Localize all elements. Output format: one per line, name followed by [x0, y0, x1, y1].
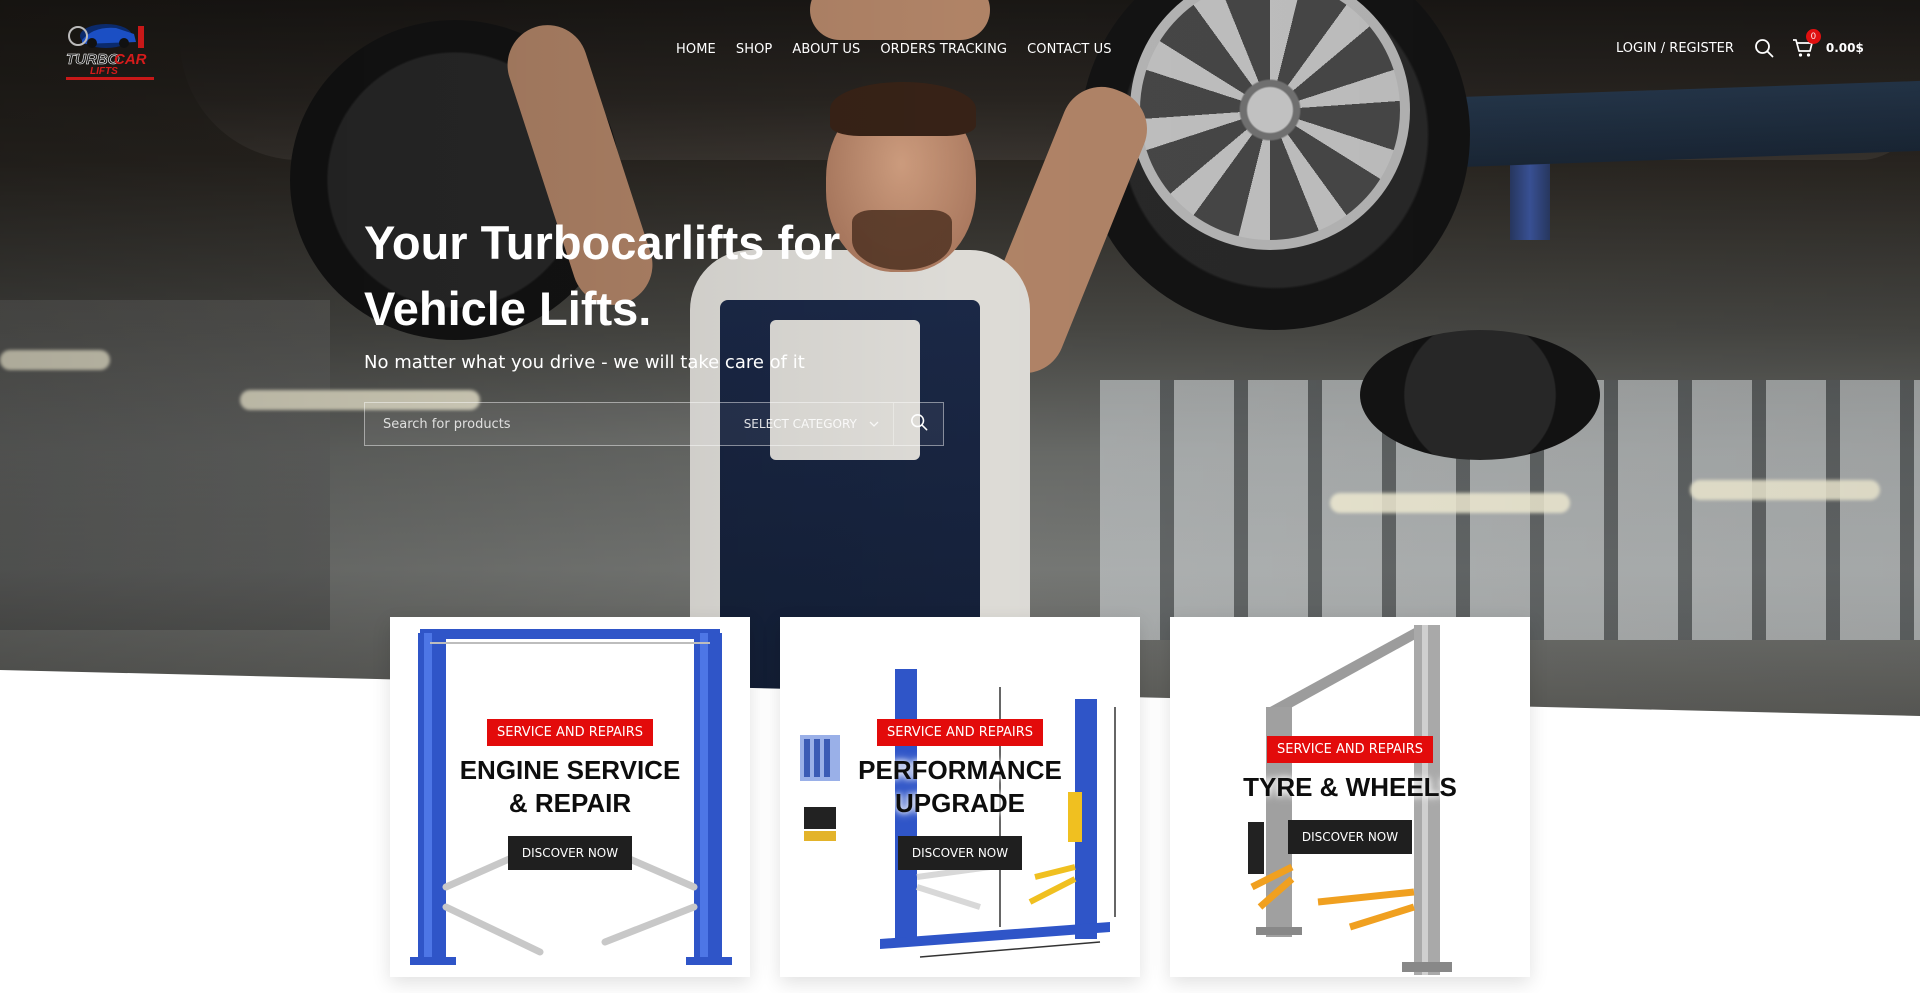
category-card-tyre-wheels[interactable]: SERVICE AND REPAIRS TYRE & WHEELS DISCOV… — [1170, 617, 1530, 977]
search-icon[interactable] — [1754, 38, 1774, 58]
cart-total[interactable]: 0.00$ — [1826, 41, 1864, 55]
card-tag[interactable]: SERVICE AND REPAIRS — [487, 719, 653, 746]
card-title: PERFORMANCE UPGRADE — [858, 754, 1062, 820]
hero-subtitle: No matter what you drive - we will take … — [364, 352, 805, 373]
card-title-line: TYRE & WHEELS — [1243, 772, 1457, 802]
discover-now-button[interactable]: DISCOVER NOW — [507, 836, 633, 870]
category-select[interactable]: SELECT CATEGORY — [736, 403, 894, 445]
search-submit-button[interactable] — [893, 403, 943, 445]
card-title: TYRE & WHEELS — [1243, 771, 1457, 804]
search-input[interactable] — [365, 403, 736, 445]
card-content: SERVICE AND REPAIRS ENGINE SERVICE & REP… — [390, 719, 750, 870]
card-title-line: ENGINE SERVICE — [459, 755, 681, 785]
card-tag[interactable]: SERVICE AND REPAIRS — [877, 719, 1043, 746]
svg-text:LIFTS: LIFTS — [90, 66, 118, 77]
search-icon — [910, 413, 928, 436]
nav-contact-us[interactable]: CONTACT US — [1027, 42, 1112, 57]
category-card-engine-service[interactable]: SERVICE AND REPAIRS ENGINE SERVICE & REP… — [390, 617, 750, 977]
card-title-line: & REPAIR — [508, 788, 632, 818]
cart-count-badge: 0 — [1805, 29, 1821, 44]
login-register-link[interactable]: LOGIN / REGISTER — [1616, 41, 1734, 56]
category-card-performance-upgrade[interactable]: SERVICE AND REPAIRS PERFORMANCE UPGRADE … — [780, 617, 1140, 977]
svg-text:CAR: CAR — [114, 51, 147, 68]
discover-now-button[interactable]: DISCOVER NOW — [1287, 820, 1413, 854]
card-title-line: PERFORMANCE — [858, 755, 1062, 785]
discover-now-button[interactable]: DISCOVER NOW — [897, 836, 1023, 870]
main-navigation: HOME SHOP ABOUT US ORDERS TRACKING CONTA… — [676, 42, 1112, 57]
card-title: ENGINE SERVICE & REPAIR — [460, 754, 681, 820]
nav-about-us[interactable]: ABOUT US — [792, 42, 860, 57]
nav-shop[interactable]: SHOP — [736, 42, 773, 57]
category-select-label: SELECT CATEGORY — [743, 417, 857, 431]
card-content: SERVICE AND REPAIRS TYRE & WHEELS DISCOV… — [1170, 736, 1530, 854]
nav-orders-tracking[interactable]: ORDERS TRACKING — [880, 42, 1007, 57]
card-title-line: UPGRADE — [894, 788, 1025, 818]
hero-title: Your Turbocarlifts for Vehicle Lifts. — [364, 216, 841, 335]
nav-home[interactable]: HOME — [676, 42, 716, 57]
chevron-down-icon — [869, 417, 879, 431]
cart-icon[interactable]: 0 — [1792, 29, 1821, 58]
site-logo[interactable]: TURBO CAR LIFTS — [64, 20, 158, 82]
card-content: SERVICE AND REPAIRS PERFORMANCE UPGRADE … — [780, 719, 1140, 870]
product-search-form: SELECT CATEGORY — [364, 402, 944, 446]
card-tag[interactable]: SERVICE AND REPAIRS — [1267, 736, 1433, 763]
header-actions: LOGIN / REGISTER 0 0.00$ — [1616, 29, 1864, 58]
logo-graphic: TURBO CAR LIFTS — [66, 24, 154, 80]
